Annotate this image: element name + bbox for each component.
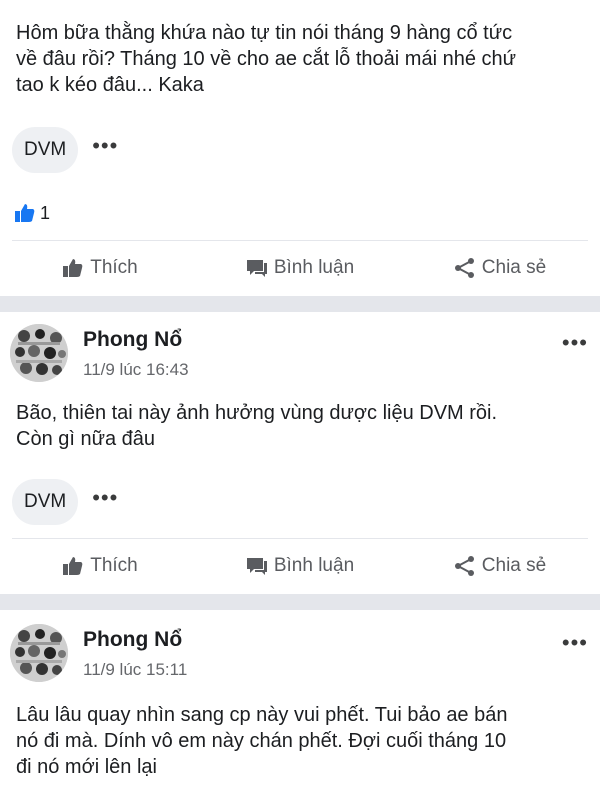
share-label: Chia sẻ <box>481 555 547 576</box>
avatar[interactable] <box>10 324 68 382</box>
share-label: Chia sẻ <box>481 257 547 278</box>
post-text: Hôm bữa thằng khứa nào tự tin nói tháng … <box>16 20 586 98</box>
post-text: Lâu lâu quay nhìn sang cp này vui phết. … <box>16 702 586 780</box>
author-name[interactable]: Phong Nổ <box>83 328 182 352</box>
action-bar: Thích Bình luận Chia sẻ <box>0 248 600 288</box>
tag-row: DVM ••• <box>12 126 118 174</box>
tag-row: DVM ••• <box>12 478 118 526</box>
post-text-line: nó đi mà. Dính vô em này chán phết. Đợi … <box>16 730 507 752</box>
comment-label: Bình luận <box>273 555 355 576</box>
comment-button[interactable]: Bình luận <box>200 555 400 577</box>
like-label: Thích <box>90 257 138 278</box>
comment-label: Bình luận <box>273 257 355 278</box>
post-separator <box>0 594 600 610</box>
post-text-line: Còn gì nữa đâu <box>16 428 156 450</box>
post-text-line: Lâu lâu quay nhìn sang cp này vui phết. … <box>16 704 508 726</box>
post-text-line: đi nó mới lên lại <box>16 756 157 778</box>
like-button[interactable]: Thích <box>0 555 200 577</box>
author-name[interactable]: Phong Nổ <box>83 628 182 652</box>
post-timestamp[interactable]: 11/9 lúc 15:11 <box>83 660 187 680</box>
post-text-line: Hôm bữa thằng khứa nào tự tin nói tháng … <box>16 22 513 44</box>
thumbs-up-icon <box>63 259 83 277</box>
comment-button[interactable]: Bình luận <box>200 257 400 279</box>
post-3: Phong Nổ 11/9 lúc 15:11 ••• Lâu lâu quay… <box>0 610 600 800</box>
avatar[interactable] <box>10 624 68 682</box>
comment-icon <box>246 260 267 277</box>
post-header: Phong Nổ 11/9 lúc 16:43 ••• <box>8 324 592 404</box>
like-button[interactable]: Thích <box>0 257 200 279</box>
post-text-line: tao k kéo đâu... Kaka <box>16 74 204 96</box>
share-button[interactable]: Chia sẻ <box>400 555 600 577</box>
post-text-line: về đâu rồi? Tháng 10 về cho ae cắt lỗ th… <box>16 48 517 70</box>
post-menu-icon[interactable]: ••• <box>562 330 588 356</box>
share-icon <box>454 258 474 278</box>
like-label: Thích <box>90 555 138 576</box>
post-text: Bão, thiên tai này ảnh hưởng vùng dược l… <box>16 400 586 452</box>
like-count: 1 <box>40 202 51 223</box>
divider <box>12 240 588 241</box>
more-options-icon[interactable]: ••• <box>92 135 118 165</box>
action-bar: Thích Bình luận Chia sẻ <box>0 546 600 586</box>
stock-tag-chip[interactable]: DVM <box>12 127 79 173</box>
post-menu-icon[interactable]: ••• <box>562 630 588 656</box>
thumbs-up-icon <box>63 557 83 575</box>
stock-tag-chip[interactable]: DVM <box>12 479 79 525</box>
post-header: Phong Nổ 11/9 lúc 15:11 ••• <box>8 624 592 704</box>
post-2: Phong Nổ 11/9 lúc 16:43 ••• Bão, thiên t… <box>0 312 600 594</box>
reaction-summary[interactable]: 1 <box>14 200 50 226</box>
post-1: Hôm bữa thằng khứa nào tự tin nói tháng … <box>0 0 600 296</box>
more-options-icon[interactable]: ••• <box>92 487 118 517</box>
post-separator <box>0 296 600 312</box>
share-button[interactable]: Chia sẻ <box>400 257 600 279</box>
post-timestamp[interactable]: 11/9 lúc 16:43 <box>83 360 189 380</box>
like-reaction-icon <box>15 204 35 222</box>
share-icon <box>454 556 474 576</box>
comment-icon <box>246 558 267 575</box>
post-text-line: Bão, thiên tai này ảnh hưởng vùng dược l… <box>16 402 498 424</box>
divider <box>12 538 588 539</box>
